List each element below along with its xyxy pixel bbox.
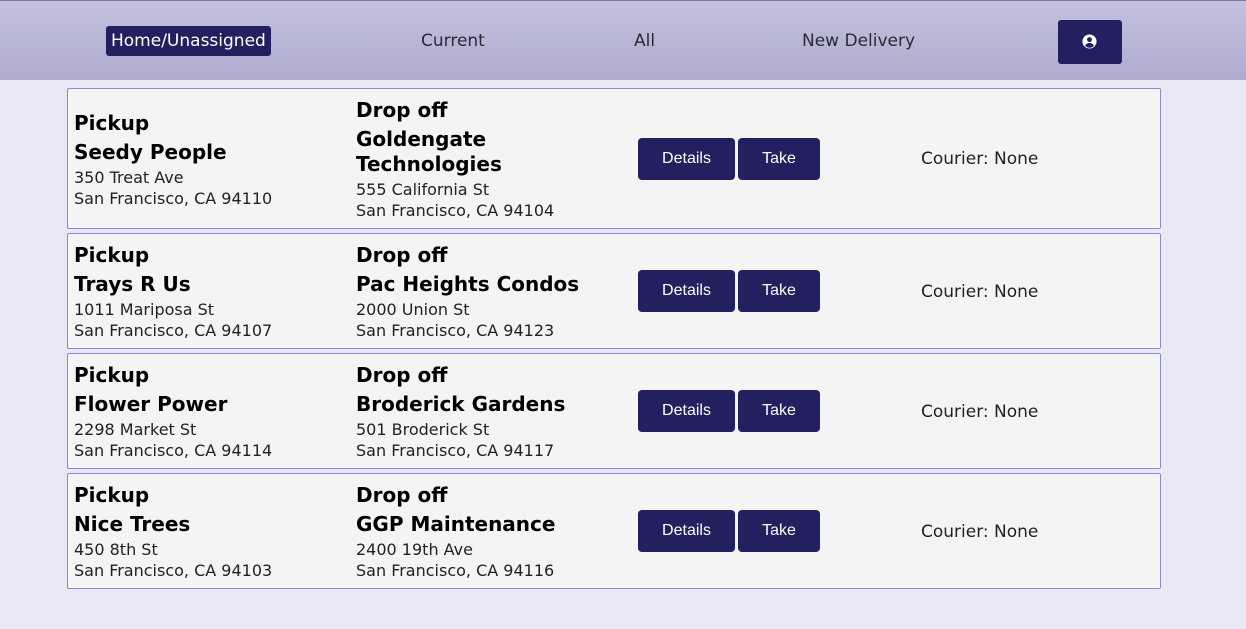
dropoff-name: Pac Heights Condos xyxy=(356,272,580,296)
pickup-name: Flower Power xyxy=(74,392,228,416)
courier-status: Courier: None xyxy=(921,282,1039,302)
pickup-city: San Francisco, CA 94107 xyxy=(74,321,273,340)
pickup-street: 350 Treat Ave xyxy=(74,168,184,187)
dropoff-name: Broderick Gardens xyxy=(356,392,566,416)
details-button[interactable]: Details xyxy=(638,390,735,432)
take-button[interactable]: Take xyxy=(738,510,820,552)
delivery-card: Pickup Nice Trees 450 8th St San Francis… xyxy=(67,473,1161,589)
take-button[interactable]: Take xyxy=(738,390,820,432)
nav-all[interactable]: All xyxy=(634,26,655,56)
pickup-city: San Francisco, CA 94103 xyxy=(74,561,273,580)
pickup-label: Pickup xyxy=(74,111,150,135)
pickup-name: Nice Trees xyxy=(74,512,191,536)
details-button[interactable]: Details xyxy=(638,138,735,180)
user-circle-icon xyxy=(1082,34,1097,49)
dropoff-column: Drop off Goldengate Technologies 555 Cal… xyxy=(356,98,596,221)
dropoff-street: 555 California St xyxy=(356,180,490,199)
dropoff-street: 501 Broderick St xyxy=(356,420,490,439)
pickup-column: Pickup Trays R Us 1011 Mariposa St San F… xyxy=(74,243,272,341)
delivery-card: Pickup Seedy People 350 Treat Ave San Fr… xyxy=(67,88,1161,229)
dropoff-label: Drop off xyxy=(356,243,448,267)
delivery-card: Pickup Flower Power 2298 Market St San F… xyxy=(67,353,1161,469)
pickup-column: Pickup Nice Trees 450 8th St San Francis… xyxy=(74,483,272,581)
dropoff-label: Drop off xyxy=(356,483,448,507)
dropoff-city: San Francisco, CA 94123 xyxy=(356,321,555,340)
dropoff-column: Drop off GGP Maintenance 2400 19th Ave S… xyxy=(356,483,596,581)
dropoff-label: Drop off xyxy=(356,98,448,122)
pickup-column: Pickup Seedy People 350 Treat Ave San Fr… xyxy=(74,111,272,209)
details-button[interactable]: Details xyxy=(638,270,735,312)
account-button[interactable] xyxy=(1058,20,1122,64)
pickup-column: Pickup Flower Power 2298 Market St San F… xyxy=(74,363,272,461)
courier-status: Courier: None xyxy=(921,149,1039,169)
navbar: Home/Unassigned Current All New Delivery xyxy=(0,0,1246,80)
dropoff-city: San Francisco, CA 94104 xyxy=(356,201,555,220)
nav-new-delivery[interactable]: New Delivery xyxy=(802,26,915,56)
dropoff-name: Goldengate Technologies xyxy=(356,127,502,176)
take-button[interactable]: Take xyxy=(738,138,820,180)
dropoff-name: GGP Maintenance xyxy=(356,512,556,536)
pickup-label: Pickup xyxy=(74,363,150,387)
dropoff-column: Drop off Broderick Gardens 501 Broderick… xyxy=(356,363,596,461)
dropoff-street: 2000 Union St xyxy=(356,300,470,319)
courier-status: Courier: None xyxy=(921,402,1039,422)
nav-current[interactable]: Current xyxy=(421,26,485,56)
take-button[interactable]: Take xyxy=(738,270,820,312)
dropoff-city: San Francisco, CA 94116 xyxy=(356,561,555,580)
dropoff-column: Drop off Pac Heights Condos 2000 Union S… xyxy=(356,243,596,341)
delivery-card: Pickup Trays R Us 1011 Mariposa St San F… xyxy=(67,233,1161,349)
pickup-street: 450 8th St xyxy=(74,540,158,559)
dropoff-label: Drop off xyxy=(356,363,448,387)
nav-home-unassigned[interactable]: Home/Unassigned xyxy=(106,26,271,56)
pickup-city: San Francisco, CA 94110 xyxy=(74,189,273,208)
pickup-street: 1011 Mariposa St xyxy=(74,300,215,319)
dropoff-street: 2400 19th Ave xyxy=(356,540,473,559)
details-button[interactable]: Details xyxy=(638,510,735,552)
pickup-street: 2298 Market St xyxy=(74,420,197,439)
pickup-label: Pickup xyxy=(74,483,150,507)
courier-status: Courier: None xyxy=(921,522,1039,542)
pickup-city: San Francisco, CA 94114 xyxy=(74,441,273,460)
pickup-name: Seedy People xyxy=(74,140,227,164)
pickup-label: Pickup xyxy=(74,243,150,267)
dropoff-city: San Francisco, CA 94117 xyxy=(356,441,555,460)
pickup-name: Trays R Us xyxy=(74,272,191,296)
